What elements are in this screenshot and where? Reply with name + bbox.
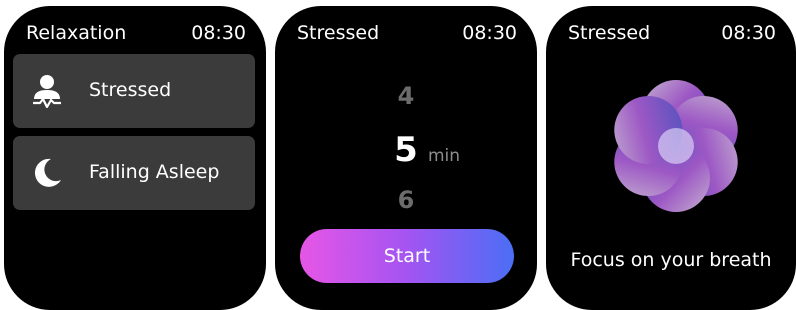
moon-icon <box>34 158 61 187</box>
person-meditation-icon <box>33 75 61 108</box>
picker-next-value[interactable]: 6 <box>275 186 537 214</box>
clock: 08:30 <box>191 22 246 44</box>
screen-title: Stressed <box>568 22 651 44</box>
clock: 08:30 <box>721 22 776 44</box>
menu-item-stressed[interactable]: Stressed <box>13 54 255 128</box>
screen-title: Relaxation <box>26 22 127 44</box>
menu-item-label: Falling Asleep <box>89 161 220 183</box>
watch-screen-duration: Stressed 08:30 4 5 min 6 Start <box>275 6 537 310</box>
breathing-flower-icon <box>614 80 738 212</box>
picker-prev-value[interactable]: 4 <box>275 82 537 110</box>
status-bar: Stressed 08:30 <box>568 22 776 48</box>
menu-item-falling-asleep[interactable]: Falling Asleep <box>13 136 255 210</box>
watch-screen-breathing: Stressed 08:30 Focus on your breath <box>546 6 796 310</box>
screen-title: Stressed <box>297 22 380 44</box>
start-button[interactable]: Start <box>300 229 514 283</box>
status-bar: Relaxation 08:30 <box>26 22 246 48</box>
menu-item-label: Stressed <box>89 79 172 101</box>
picker-unit: min <box>428 146 461 166</box>
watch-screen-relaxation: Relaxation 08:30 Stressed Falling Asleep <box>4 6 266 310</box>
breath-caption: Focus on your breath <box>570 249 772 271</box>
status-bar: Stressed 08:30 <box>297 22 517 48</box>
picker-current-value[interactable]: 5 <box>275 130 537 170</box>
clock: 08:30 <box>462 22 517 44</box>
